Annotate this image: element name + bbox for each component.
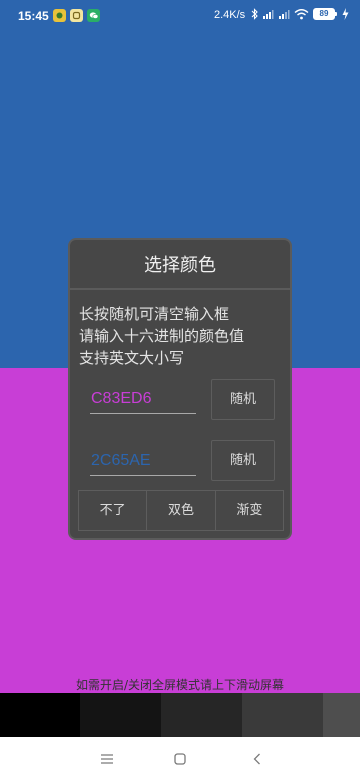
swatch[interactable]	[161, 693, 242, 737]
swatch[interactable]	[0, 693, 80, 737]
fullscreen-hint: 如需开启/关闭全屏模式请上下滑动屏幕	[75, 678, 285, 692]
game-app-icon	[53, 9, 66, 22]
message-line: 支持英文大小写	[79, 349, 185, 367]
color1-hex-input[interactable]: C83ED6	[90, 384, 196, 414]
home-icon[interactable]	[172, 751, 188, 767]
gradient-button[interactable]: 渐变	[215, 490, 284, 531]
swatch[interactable]	[80, 693, 161, 737]
network-speed: 2.4K/s	[214, 9, 246, 21]
menu-icon[interactable]	[99, 751, 115, 767]
swatch[interactable]	[242, 693, 323, 737]
random-color1-button[interactable]: 随机	[211, 379, 275, 420]
back-icon[interactable]	[249, 751, 265, 767]
cancel-button[interactable]: 不了	[78, 490, 148, 531]
bluetooth-icon	[251, 8, 258, 20]
dialog-message: 长按随机可清空输入框 请输入十六进制的颜色值 支持英文大小写	[79, 303, 284, 369]
system-icons: 89	[251, 8, 349, 20]
dialog-title: 选择颜色	[70, 240, 290, 290]
signal-hd2-icon	[278, 8, 290, 20]
message-line: 请输入十六进制的颜色值	[79, 327, 245, 345]
charging-icon	[342, 8, 349, 20]
ai-app-icon	[70, 9, 83, 22]
notification-icons	[53, 9, 100, 22]
battery-icon: 89	[313, 8, 337, 20]
random-color2-button[interactable]: 随机	[211, 440, 275, 481]
status-time: 15:45	[18, 9, 49, 23]
color2-hex-input[interactable]: 2C65AE	[90, 446, 196, 476]
navigation-bar	[0, 737, 360, 780]
swatch-bar	[0, 693, 360, 737]
wechat-icon	[87, 9, 100, 22]
message-line: 长按随机可清空输入框	[79, 305, 230, 323]
status-bar: 15:45 2.4K/s 89	[0, 0, 360, 32]
dual-color-button[interactable]: 双色	[147, 490, 216, 531]
signal-hd1-icon	[262, 8, 274, 20]
color-picker-dialog: 选择颜色 长按随机可清空输入框 请输入十六进制的颜色值 支持英文大小写 C83E…	[68, 238, 292, 540]
dialog-actions: 不了 双色 渐变	[78, 490, 284, 531]
wifi-icon	[294, 8, 309, 20]
swatch[interactable]	[323, 693, 360, 737]
